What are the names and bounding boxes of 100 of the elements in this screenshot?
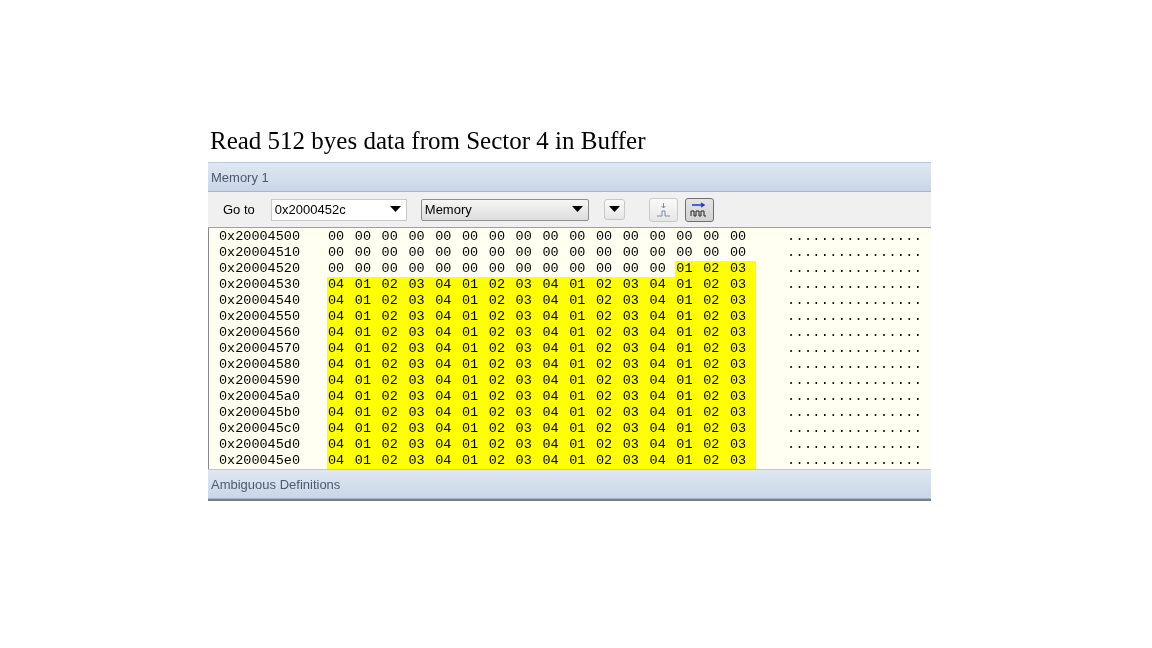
highlighted-byte-cell: 01 [461, 373, 488, 389]
highlighted-byte-cell: 03 [407, 341, 435, 357]
highlighted-byte-cell: 02 [487, 357, 515, 373]
highlighted-byte-cell: 02 [702, 357, 729, 373]
highlighted-byte-cell: 03 [728, 325, 756, 341]
highlighted-byte-cell: 04 [327, 277, 354, 293]
highlighted-byte-cell: 01 [675, 437, 703, 453]
highlighted-byte-cell: 03 [621, 293, 649, 309]
highlighted-byte-cell: 03 [514, 357, 542, 373]
toolbar-button[interactable] [603, 199, 625, 220]
highlighted-byte-cell: 03 [728, 453, 756, 469]
highlighted-byte-cell: 04 [434, 453, 461, 469]
highlighted-byte-cell: 01 [675, 453, 703, 469]
ascii-cell: ................ [787, 453, 923, 469]
byte-cell-text: 00 [621, 229, 640, 245]
highlighted-byte-cell: 04 [327, 389, 354, 405]
address-cell-text: 0x20004510 [219, 245, 301, 261]
byte-cell-text: 00 [380, 245, 399, 261]
highlighted-byte-cell: 02 [702, 293, 729, 309]
byte-cell-text: 00 [487, 229, 506, 245]
highlighted-byte-cell: 03 [621, 373, 649, 389]
highlighted-byte-cell: 01 [675, 357, 703, 373]
highlighted-byte-cell: 04 [648, 421, 676, 437]
highlighted-byte-cell: 02 [594, 405, 622, 421]
byte-cell-text: 00 [568, 229, 587, 245]
highlighted-byte-cell: 03 [621, 341, 649, 357]
highlighted-byte-cell: 02 [487, 325, 515, 341]
highlighted-byte-cell: 01 [353, 389, 381, 405]
highlighted-byte-cell: 04 [541, 373, 569, 389]
byte-cell-text: 00 [353, 245, 372, 261]
highlighted-byte-cell: 03 [728, 341, 756, 357]
highlighted-byte-cell: 04 [541, 437, 569, 453]
highlighted-byte-cell: 01 [568, 293, 595, 309]
highlighted-byte-cell: 02 [380, 309, 408, 325]
highlighted-byte-cell: 03 [407, 309, 435, 325]
highlighted-byte-cell: 01 [675, 325, 703, 341]
highlighted-byte-cell: 01 [461, 309, 488, 325]
ascii-cell: ................ [787, 229, 923, 245]
byte-cell-text: 00 [353, 229, 372, 245]
highlighted-byte-cell: 02 [702, 437, 729, 453]
highlighted-byte-cell: 01 [461, 453, 488, 469]
byte-cell-text: 00 [514, 261, 533, 277]
highlighted-byte-cell: 02 [380, 325, 408, 341]
highlighted-byte-cell: 01 [568, 437, 595, 453]
address-cell-text: 0x200045c0 [219, 421, 301, 437]
highlighted-byte-cell: 03 [621, 421, 649, 437]
highlighted-byte-cell: 03 [621, 453, 649, 469]
highlighted-byte-cell: 04 [434, 421, 461, 437]
highlighted-byte-cell: 01 [675, 309, 703, 325]
highlighted-byte-cell: 02 [487, 373, 515, 389]
toolbar-button[interactable] [684, 197, 714, 222]
byte-cell-text: 00 [407, 261, 426, 277]
highlighted-byte-cell: 01 [675, 421, 703, 437]
highlighted-byte-cell: 01 [568, 389, 595, 405]
highlighted-byte-cell: 03 [514, 293, 542, 309]
byte-cell-text: 00 [594, 261, 614, 277]
highlighted-byte-cell: 04 [434, 373, 461, 389]
highlighted-byte-cell: 02 [702, 341, 729, 357]
highlighted-byte-cell: 04 [541, 453, 569, 469]
highlighted-byte-cell: 03 [728, 405, 756, 421]
byte-cell-text: 00 [621, 261, 640, 277]
byte-cell-text: 00 [514, 229, 533, 245]
highlighted-byte-cell: 04 [648, 309, 676, 325]
highlighted-byte-cell: 03 [514, 373, 542, 389]
highlighted-byte-cell: 03 [621, 437, 649, 453]
address-field[interactable]: 0x2000452c [270, 198, 407, 221]
highlighted-byte-cell: 01 [675, 261, 703, 277]
highlighted-byte-cell: 02 [702, 453, 729, 469]
byte-cell-text: 00 [487, 261, 506, 277]
highlighted-byte-cell: 03 [621, 357, 649, 373]
highlighted-byte-cell: 01 [461, 437, 488, 453]
highlighted-byte-cell: 04 [648, 405, 676, 421]
highlighted-byte-cell: 04 [434, 325, 461, 341]
dropdown-icon [608, 206, 620, 213]
highlighted-byte-cell: 03 [407, 325, 435, 341]
highlighted-byte-cell: 02 [594, 357, 622, 373]
ascii-cell: ................ [787, 405, 923, 421]
highlighted-byte-cell: 03 [407, 277, 435, 293]
highlighted-byte-cell: 03 [728, 389, 756, 405]
view-dropdown[interactable]: Memory [420, 198, 589, 221]
highlighted-byte-cell: 01 [675, 277, 703, 293]
highlighted-byte-cell: 02 [702, 421, 729, 437]
address-cell-text: 0x200045b0 [219, 405, 301, 421]
highlighted-byte-cell: 02 [380, 437, 408, 453]
highlighted-byte-cell: 02 [702, 373, 729, 389]
highlighted-byte-cell: 04 [434, 309, 461, 325]
highlighted-byte-cell: 04 [327, 293, 354, 309]
highlighted-byte-cell: 04 [327, 309, 354, 325]
highlighted-byte-cell: 01 [353, 405, 381, 421]
highlighted-byte-cell: 03 [514, 421, 542, 437]
address-cell-text: 0x200045e0 [219, 453, 301, 469]
highlighted-byte-cell: 02 [702, 325, 729, 341]
highlighted-byte-cell: 04 [541, 341, 569, 357]
byte-cell-text: 00 [327, 261, 346, 277]
byte-cell-text: 00 [648, 229, 667, 245]
highlighted-byte-cell: 04 [327, 405, 354, 421]
highlighted-byte-cell: 02 [380, 293, 408, 309]
highlighted-byte-cell: 04 [541, 309, 569, 325]
ascii-cell: ................ [787, 437, 923, 453]
highlighted-byte-cell: 04 [648, 389, 676, 405]
